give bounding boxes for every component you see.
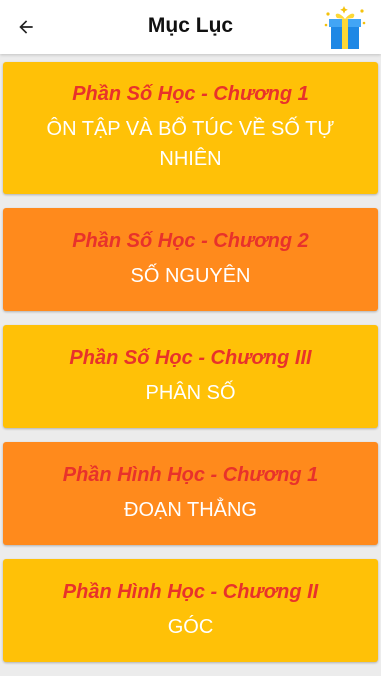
chapter-card-1[interactable]: Phần Số Học - Chương 1 ÔN TẬP VÀ BỔ TÚC … <box>3 62 378 194</box>
chapter-list: Phần Số Học - Chương 1 ÔN TẬP VÀ BỔ TÚC … <box>3 62 378 676</box>
app-bar: Mục Lục <box>0 0 381 54</box>
chapter-section-label: Phần Số Học - Chương 2 <box>72 229 309 252</box>
chapter-card-4[interactable]: Phần Hình Học - Chương 1 ĐOẠN THẲNG <box>3 442 378 545</box>
back-button[interactable] <box>8 9 44 45</box>
chapter-section-label: Phần Số Học - Chương III <box>69 346 312 369</box>
chapter-title: PHÂN SỐ <box>145 381 236 404</box>
chapter-title: ÔN TẬP VÀ BỔ TÚC VỀ SỐ TỰ NHIÊN <box>46 118 335 170</box>
chapter-card-3[interactable]: Phần Số Học - Chương III PHÂN SỐ <box>3 325 378 428</box>
chapter-card-5[interactable]: Phần Hình Học - Chương II GÓC <box>3 559 378 662</box>
chapter-section-label: Phần Hình Học - Chương 1 <box>62 463 319 486</box>
chapter-section-label: Phần Số Học - Chương 1 <box>72 83 309 105</box>
chapter-title: ĐOẠN THẲNG <box>124 498 257 521</box>
chapter-title: SỐ NGUYÊN <box>130 264 251 287</box>
gift-box-icon <box>324 6 366 49</box>
chapter-title: GÓC <box>167 615 214 638</box>
gift-button[interactable] <box>323 5 367 51</box>
chapter-card-2[interactable]: Phần Số Học - Chương 2 SỐ NGUYÊN <box>3 208 378 311</box>
arrow-left-icon <box>19 20 33 34</box>
chapter-section-label: Phần Hình Học - Chương II <box>62 580 319 603</box>
